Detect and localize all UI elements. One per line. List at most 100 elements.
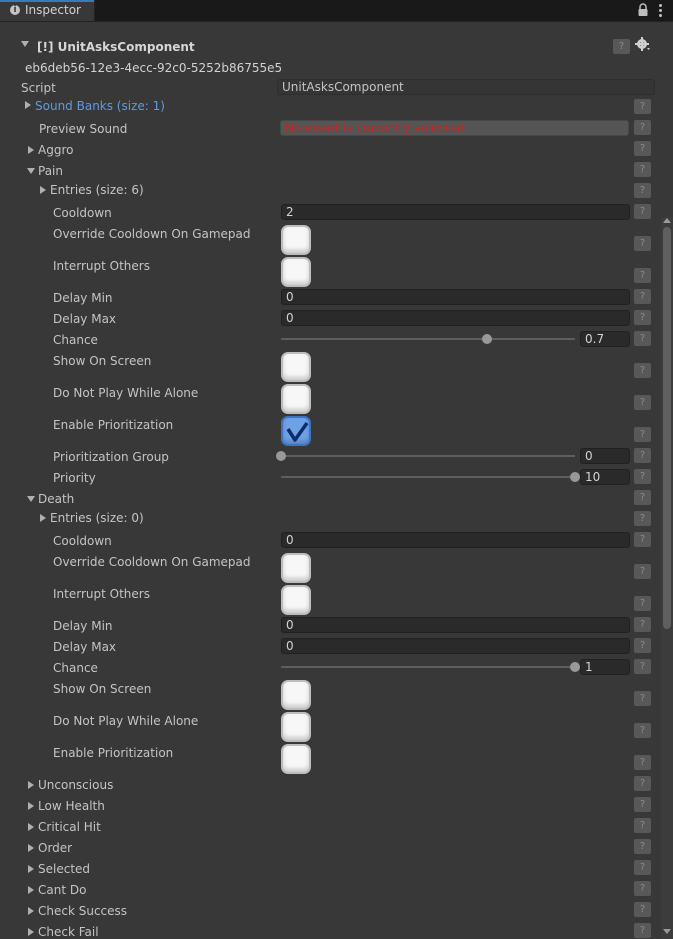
foldout-arrow-right-icon[interactable]: [40, 186, 46, 194]
help-icon[interactable]: ?: [634, 617, 651, 632]
help-icon[interactable]: ?: [634, 120, 651, 135]
help-icon[interactable]: ?: [634, 797, 651, 812]
group-foldout-cant-do[interactable]: Cant Do: [38, 883, 86, 897]
kebab-menu-icon[interactable]: [657, 3, 663, 17]
death-chance-field[interactable]: 1: [580, 659, 630, 675]
settings-gear-icon[interactable]: [634, 36, 652, 52]
scroll-down-arrow-icon[interactable]: [663, 929, 671, 934]
help-icon[interactable]: ?: [634, 659, 651, 674]
aggro-foldout[interactable]: Aggro: [38, 143, 73, 157]
help-icon[interactable]: ?: [634, 183, 651, 198]
pain-prioritization-group-slider-track[interactable]: [281, 455, 575, 457]
pain-chance-slider-track[interactable]: [281, 338, 575, 340]
help-icon[interactable]: ?: [634, 818, 651, 833]
foldout-arrow-right-icon[interactable]: [28, 823, 34, 831]
group-foldout-critical-hit[interactable]: Critical Hit: [38, 820, 101, 834]
death-interrupt-others-checkbox[interactable]: [281, 585, 311, 615]
foldout-arrow-down-icon[interactable]: [21, 41, 29, 47]
sound-banks-foldout[interactable]: Sound Banks (size: 1): [35, 99, 165, 113]
help-icon[interactable]: ?: [634, 427, 651, 442]
group-foldout-unconscious[interactable]: Unconscious: [38, 778, 113, 792]
pain-delay-max-field[interactable]: 0: [281, 310, 630, 326]
help-icon[interactable]: ?: [634, 596, 651, 611]
help-icon[interactable]: ?: [634, 723, 651, 738]
group-foldout-order[interactable]: Order: [38, 841, 72, 855]
foldout-arrow-right-icon[interactable]: [28, 146, 34, 154]
help-icon[interactable]: ?: [634, 564, 651, 579]
pain-foldout[interactable]: Pain: [38, 164, 63, 178]
pain-chance-field[interactable]: 0.7: [580, 331, 630, 347]
pain-prioritization-group-field[interactable]: 0: [580, 448, 630, 464]
group-foldout-check-fail[interactable]: Check Fail: [38, 925, 99, 939]
death-override-cooldown-checkbox[interactable]: [281, 553, 311, 583]
help-icon[interactable]: ?: [634, 236, 651, 251]
help-icon[interactable]: ?: [634, 839, 651, 854]
help-icon[interactable]: ?: [634, 881, 651, 896]
death-delay-max-field[interactable]: 0: [281, 638, 630, 654]
foldout-arrow-down-icon[interactable]: [27, 496, 35, 502]
death-show-on-screen-checkbox[interactable]: [281, 680, 311, 710]
help-icon[interactable]: ?: [634, 162, 651, 177]
foldout-arrow-right-icon[interactable]: [28, 928, 34, 936]
lock-icon[interactable]: [637, 3, 649, 17]
foldout-arrow-right-icon[interactable]: [28, 907, 34, 915]
preview-sound-field[interactable]: No event is currently selected: [280, 120, 629, 136]
death-chance-slider-track[interactable]: [281, 666, 575, 668]
death-do-not-play-alone-checkbox[interactable]: [281, 712, 311, 742]
help-icon[interactable]: ?: [634, 755, 651, 770]
script-field[interactable]: UnitAsksComponent: [277, 79, 655, 95]
group-foldout-low-health[interactable]: Low Health: [38, 799, 105, 813]
foldout-arrow-right-icon[interactable]: [28, 865, 34, 873]
pain-interrupt-others-checkbox[interactable]: [281, 257, 311, 287]
help-icon[interactable]: ?: [634, 490, 651, 505]
scroll-up-arrow-icon[interactable]: [663, 218, 671, 223]
pain-do-not-play-alone-checkbox[interactable]: [281, 384, 311, 414]
pain-priority-slider-track[interactable]: [281, 476, 575, 478]
pain-cooldown-field[interactable]: 2: [281, 204, 630, 220]
help-icon[interactable]: ?: [634, 363, 651, 378]
help-icon[interactable]: ?: [634, 268, 651, 283]
help-icon[interactable]: ?: [634, 289, 651, 304]
help-icon[interactable]: ?: [634, 310, 651, 325]
pain-entries-foldout[interactable]: Entries (size: 6): [50, 183, 144, 197]
tab-inspector[interactable]: i Inspector: [0, 0, 95, 21]
pain-chance-slider-knob[interactable]: [481, 334, 492, 344]
death-enable-prioritization-checkbox[interactable]: [281, 744, 311, 774]
help-icon[interactable]: ?: [634, 141, 651, 156]
group-foldout-selected[interactable]: Selected: [38, 862, 90, 876]
help-icon[interactable]: ?: [634, 776, 651, 791]
scrollbar-thumb[interactable]: [663, 227, 671, 629]
foldout-arrow-right-icon[interactable]: [25, 101, 31, 109]
death-foldout[interactable]: Death: [38, 492, 74, 506]
foldout-arrow-down-icon[interactable]: [27, 168, 35, 174]
death-cooldown-field[interactable]: 0: [281, 532, 630, 548]
pain-priority-slider-knob[interactable]: [570, 472, 580, 482]
help-icon[interactable]: ?: [613, 39, 630, 54]
help-icon[interactable]: ?: [634, 511, 651, 526]
foldout-arrow-right-icon[interactable]: [28, 781, 34, 789]
group-foldout-check-success[interactable]: Check Success: [38, 904, 127, 918]
help-icon[interactable]: ?: [634, 448, 651, 463]
pain-show-on-screen-checkbox[interactable]: [281, 352, 311, 382]
help-icon[interactable]: ?: [634, 691, 651, 706]
pain-prioritization-group-slider-knob[interactable]: [276, 451, 286, 461]
help-icon[interactable]: ?: [634, 395, 651, 410]
pain-override-cooldown-checkbox[interactable]: [281, 225, 311, 255]
help-icon[interactable]: ?: [634, 532, 651, 547]
foldout-arrow-right-icon[interactable]: [28, 844, 34, 852]
death-entries-foldout[interactable]: Entries (size: 0): [50, 511, 144, 525]
help-icon[interactable]: ?: [634, 331, 651, 346]
help-icon[interactable]: ?: [634, 469, 651, 484]
foldout-arrow-right-icon[interactable]: [40, 514, 46, 522]
pain-enable-prioritization-checkbox[interactable]: [281, 416, 311, 446]
help-icon[interactable]: ?: [634, 638, 651, 653]
help-icon[interactable]: ?: [634, 860, 651, 875]
death-chance-slider-knob[interactable]: [570, 662, 580, 672]
help-icon[interactable]: ?: [634, 902, 651, 917]
help-icon[interactable]: ?: [634, 99, 651, 114]
foldout-arrow-right-icon[interactable]: [28, 886, 34, 894]
help-icon[interactable]: ?: [634, 204, 651, 219]
help-icon[interactable]: ?: [634, 923, 651, 938]
pain-delay-min-field[interactable]: 0: [281, 289, 630, 305]
foldout-arrow-right-icon[interactable]: [28, 802, 34, 810]
